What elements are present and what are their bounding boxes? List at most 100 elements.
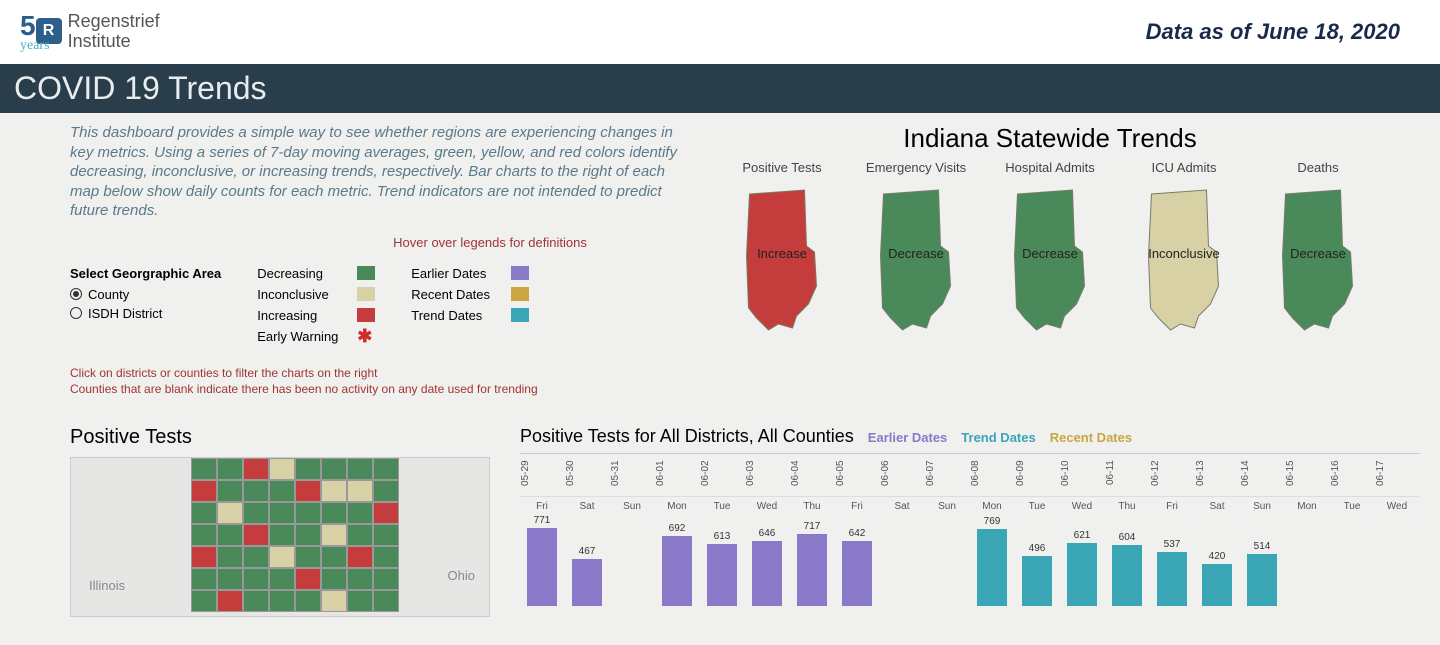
legend-item[interactable]: Trend Dates — [411, 308, 529, 323]
county-cell[interactable] — [269, 502, 295, 524]
county-cell[interactable] — [321, 568, 347, 590]
county-cell[interactable] — [217, 568, 243, 590]
county-cell[interactable] — [243, 568, 269, 590]
county-cell[interactable] — [347, 458, 373, 480]
county-cell[interactable] — [269, 458, 295, 480]
county-cell[interactable] — [295, 480, 321, 502]
bar-cell[interactable]: 613 — [700, 531, 745, 605]
bar-value: 717 — [804, 521, 821, 532]
county-cell[interactable] — [191, 458, 217, 480]
county-cell[interactable] — [295, 568, 321, 590]
county-cell[interactable] — [217, 458, 243, 480]
county-cell[interactable] — [191, 546, 217, 568]
county-cell[interactable] — [321, 458, 347, 480]
county-cell[interactable] — [217, 590, 243, 612]
county-map[interactable]: Illinois Ohio — [70, 457, 490, 617]
legend-trend-dates[interactable]: Trend Dates — [961, 430, 1035, 445]
county-cell[interactable] — [269, 524, 295, 546]
legend-earlier-dates[interactable]: Earlier Dates — [868, 430, 948, 445]
legend-item[interactable]: Recent Dates — [411, 287, 529, 302]
bar-cell[interactable]: 646 — [745, 528, 790, 606]
date-label: 06-08 — [970, 454, 1015, 496]
county-cell[interactable] — [217, 524, 243, 546]
county-cell[interactable] — [191, 502, 217, 524]
county-cell[interactable] — [243, 502, 269, 524]
legend-item[interactable]: Decreasing — [257, 266, 375, 281]
bar-cell[interactable]: 514 — [1240, 541, 1285, 605]
bar-cell[interactable]: 420 — [1195, 551, 1240, 606]
county-cell[interactable] — [191, 524, 217, 546]
county-cell[interactable] — [191, 568, 217, 590]
legend-item[interactable]: Early Warning✱ — [257, 329, 375, 344]
county-cell[interactable] — [295, 590, 321, 612]
county-cell[interactable] — [373, 524, 399, 546]
metric-card[interactable]: Emergency VisitsDecrease — [854, 160, 978, 336]
bar-value: 642 — [849, 528, 866, 539]
county-cell[interactable] — [217, 546, 243, 568]
legend-item[interactable]: Increasing — [257, 308, 375, 323]
radio-county[interactable]: County — [70, 287, 221, 302]
date-legend: Earlier Dates Recent Dates Trend Dates — [411, 266, 529, 344]
county-cell[interactable] — [321, 480, 347, 502]
legend-item[interactable]: Inconclusive — [257, 287, 375, 302]
metric-card[interactable]: ICU AdmitsInconclusive — [1122, 160, 1246, 336]
county-cell[interactable] — [347, 590, 373, 612]
bar-cell[interactable]: 771 — [520, 515, 565, 605]
county-cell[interactable] — [295, 524, 321, 546]
county-cell[interactable] — [217, 480, 243, 502]
metric-card[interactable]: DeathsDecrease — [1256, 160, 1380, 336]
county-cell[interactable] — [321, 590, 347, 612]
county-cell[interactable] — [217, 502, 243, 524]
county-cell[interactable] — [321, 546, 347, 568]
bars: 771467 692613646 717 642 7694966216045374205… — [520, 516, 1420, 606]
county-cell[interactable] — [373, 502, 399, 524]
county-cell[interactable] — [347, 568, 373, 590]
bar-cell[interactable]: 692 — [655, 523, 700, 605]
bar-cell[interactable]: 621 — [1060, 530, 1105, 605]
county-cell[interactable] — [243, 524, 269, 546]
dow-label: Thu — [790, 496, 835, 516]
county-cell[interactable] — [373, 590, 399, 612]
bar — [1247, 554, 1278, 605]
county-cell[interactable] — [191, 480, 217, 502]
county-cell[interactable] — [243, 458, 269, 480]
bar-cell[interactable]: 717 — [790, 521, 835, 606]
county-cell[interactable] — [321, 524, 347, 546]
bar-cell[interactable]: 467 — [565, 546, 610, 606]
county-cell[interactable] — [373, 568, 399, 590]
county-cell[interactable] — [269, 546, 295, 568]
county-cell[interactable] — [373, 458, 399, 480]
county-cell[interactable] — [269, 568, 295, 590]
county-cell[interactable] — [269, 480, 295, 502]
county-cell[interactable] — [347, 502, 373, 524]
legend-recent-dates[interactable]: Recent Dates — [1050, 430, 1132, 445]
county-cell[interactable] — [269, 590, 295, 612]
bar-cell[interactable]: 769 — [970, 516, 1015, 606]
county-cell[interactable] — [373, 546, 399, 568]
county-cell[interactable] — [373, 480, 399, 502]
bar-cell[interactable]: 604 — [1105, 532, 1150, 605]
bar-chart[interactable]: 800 600 05-2905-3005-3106-0106-0206-0306… — [520, 453, 1420, 613]
bar-cell[interactable]: 537 — [1150, 539, 1195, 606]
legend-item[interactable]: Earlier Dates — [411, 266, 529, 281]
county-cell[interactable] — [347, 546, 373, 568]
county-cell[interactable] — [243, 590, 269, 612]
county-cell[interactable] — [347, 480, 373, 502]
county-cell[interactable] — [295, 502, 321, 524]
radio-isdh-district[interactable]: ISDH District — [70, 306, 221, 321]
bar-cell[interactable]: 496 — [1015, 543, 1060, 606]
bar-cell[interactable]: 642 — [835, 528, 880, 605]
metric-card[interactable]: Hospital AdmitsDecrease — [988, 160, 1112, 336]
data-as-of: Data as of June 18, 2020 — [1146, 19, 1400, 45]
county-cell[interactable] — [243, 546, 269, 568]
metric-card[interactable]: Positive TestsIncrease — [720, 160, 844, 336]
metric-status: Decrease — [1263, 246, 1373, 261]
county-cell[interactable] — [347, 524, 373, 546]
county-cell[interactable] — [191, 590, 217, 612]
county-cell[interactable] — [243, 480, 269, 502]
filter-note: Click on districts or counties to filter… — [70, 366, 690, 380]
county-cell[interactable] — [321, 502, 347, 524]
county-cell[interactable] — [295, 458, 321, 480]
county-cell[interactable] — [295, 546, 321, 568]
bar — [977, 529, 1008, 606]
